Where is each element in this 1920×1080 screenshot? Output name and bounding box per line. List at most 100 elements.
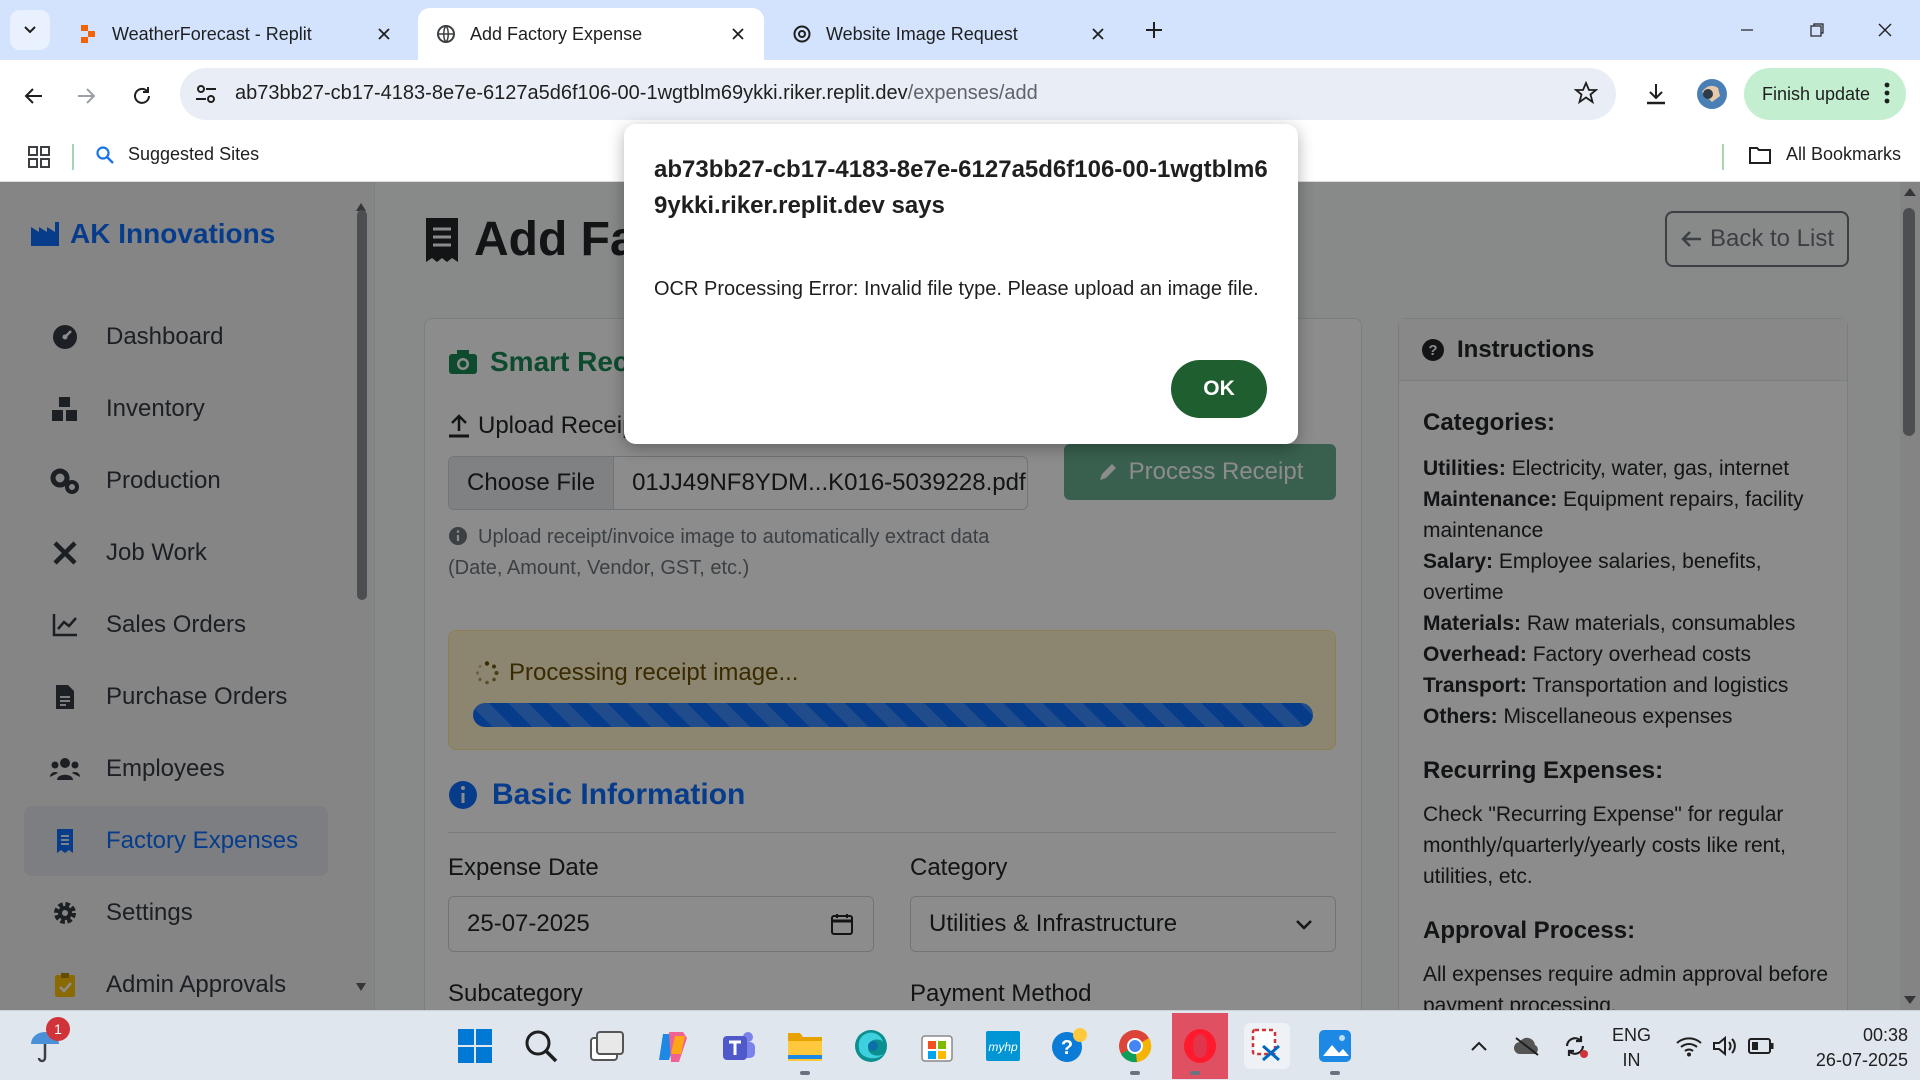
language-code: ENG (1612, 1025, 1652, 1045)
system-clock[interactable]: 00:38 26-07-2025 (1788, 1023, 1908, 1073)
opera-app[interactable] (1172, 1013, 1228, 1079)
url-host: ab73bb27-cb17-4183-8e7e-6127a5d6f106-00-… (235, 82, 908, 104)
suggested-sites-label: Suggested Sites (128, 144, 260, 164)
reload-button[interactable] (124, 78, 160, 114)
tab-title: Add Factory Expense (470, 23, 643, 44)
windows-logo-icon (458, 1029, 492, 1063)
folder-icon (1749, 146, 1771, 164)
finish-update-button[interactable]: Finish update (1744, 68, 1906, 120)
site-info-icon[interactable] (194, 82, 218, 106)
reload-icon (134, 87, 150, 104)
alert-dialog-title: ab73bb27-cb17-4183-8e7e-6127a5d6f106-00-… (654, 156, 1268, 219)
copilot-icon (659, 1032, 687, 1062)
get-help-app[interactable]: ? (1046, 1023, 1092, 1069)
openai-icon (792, 24, 812, 44)
notification-badge: 1 (46, 1017, 70, 1041)
address-bar[interactable]: ab73bb27-cb17-4183-8e7e-6127a5d6f106-00-… (180, 68, 1616, 120)
task-view-icon (590, 1031, 624, 1061)
arrow-right-icon (78, 88, 96, 104)
download-icon (1647, 84, 1665, 105)
region-code: IN (1622, 1050, 1641, 1070)
onedrive-status[interactable] (1512, 1031, 1542, 1061)
arrow-left-icon (24, 88, 42, 104)
back-button[interactable] (16, 78, 52, 114)
suggested-sites-bookmark[interactable]: Suggested Sites (96, 144, 259, 165)
forward-button[interactable] (68, 78, 104, 114)
opera-icon (1184, 1029, 1216, 1063)
sync-status[interactable] (1560, 1031, 1590, 1061)
cloud-offline-icon (1514, 1037, 1539, 1056)
divider (1722, 144, 1724, 170)
folder-icon (788, 1033, 822, 1061)
new-tab-button[interactable] (1138, 14, 1170, 46)
snipping-tool-app[interactable] (1244, 1023, 1290, 1069)
close-tab-icon[interactable] (728, 24, 748, 44)
tab-weatherforecast[interactable]: WeatherForecast - Replit (60, 8, 410, 60)
divider (72, 144, 74, 170)
windows-taskbar: 1 myhp ? ENG IN 00:38 26-07-2025 (0, 1010, 1920, 1080)
all-bookmarks-label: All Bookmarks (1786, 144, 1902, 164)
all-bookmarks-button[interactable]: All Bookmarks (1748, 144, 1901, 165)
close-tab-icon[interactable] (374, 24, 394, 44)
apps-grid-icon[interactable] (28, 146, 50, 168)
myhp-app[interactable]: myhp (980, 1023, 1026, 1069)
chrome-app[interactable] (1112, 1023, 1158, 1075)
battery-status[interactable] (1746, 1031, 1776, 1061)
teams-app[interactable] (716, 1023, 762, 1069)
restore-button[interactable] (1802, 16, 1832, 44)
copilot-app[interactable] (650, 1023, 696, 1069)
chevron-down-icon (24, 26, 36, 34)
clock-date: 26-07-2025 (1815, 1050, 1908, 1070)
photos-icon (1319, 1030, 1351, 1062)
tab-title: WeatherForecast - Replit (112, 23, 312, 44)
tab-website-image-request[interactable]: Website Image Request (774, 8, 1124, 60)
show-hidden-icons-button[interactable] (1466, 1031, 1492, 1061)
photos-app[interactable] (1312, 1023, 1358, 1075)
store-icon (921, 1035, 953, 1062)
ok-button[interactable]: OK (1171, 360, 1267, 418)
weather-widget[interactable]: 1 (22, 1017, 70, 1069)
globe-icon (436, 24, 456, 44)
svg-text:myhp: myhp (988, 1040, 1018, 1054)
start-button[interactable] (452, 1023, 498, 1069)
bookmark-star-icon[interactable] (1574, 81, 1598, 105)
myhp-icon: myhp (986, 1031, 1020, 1061)
chevron-up-icon (1471, 1041, 1487, 1051)
minimize-button[interactable] (1732, 16, 1762, 44)
tab-title: Website Image Request (826, 23, 1018, 44)
help-icon: ? (1052, 1028, 1087, 1062)
edge-icon (855, 1030, 887, 1062)
url-text: ab73bb27-cb17-4183-8e7e-6127a5d6f106-00-… (235, 82, 1038, 105)
close-window-button[interactable] (1870, 16, 1900, 44)
edge-app[interactable] (848, 1023, 894, 1069)
task-view-button[interactable] (584, 1023, 630, 1069)
replit-icon (78, 24, 98, 44)
search-icon (96, 145, 114, 164)
tab-add-factory-expense[interactable]: Add Factory Expense (418, 8, 764, 60)
wifi-icon (1676, 1037, 1702, 1057)
search-icon (525, 1030, 558, 1063)
wifi-status[interactable] (1674, 1031, 1704, 1061)
teams-icon (723, 1032, 755, 1060)
clock-time: 00:38 (1862, 1025, 1908, 1045)
alert-dialog: ab73bb27-cb17-4183-8e7e-6127a5d6f106-00-… (624, 124, 1298, 444)
tab-strip: WeatherForecast - Replit Add Factory Exp… (0, 0, 1920, 60)
plus-icon (1146, 22, 1162, 38)
avatar-icon (1697, 79, 1727, 109)
taskbar-search-button[interactable] (518, 1023, 564, 1069)
chrome-icon (1119, 1030, 1152, 1063)
language-indicator[interactable]: ENG IN (1612, 1023, 1651, 1073)
svg-text:?: ? (1061, 1037, 1073, 1059)
finish-update-label: Finish update (1762, 83, 1871, 104)
url-path: /expenses/add (907, 82, 1038, 104)
volume-status[interactable] (1710, 1031, 1740, 1061)
close-tab-icon[interactable] (1088, 24, 1108, 44)
snipping-tool-icon (1251, 1028, 1280, 1062)
file-explorer-app[interactable] (782, 1023, 828, 1075)
more-vert-icon[interactable] (1884, 82, 1890, 104)
tab-search-button[interactable] (10, 10, 50, 50)
microsoft-store-app[interactable] (914, 1023, 960, 1069)
downloads-button[interactable] (1638, 76, 1674, 112)
alert-dialog-message: OCR Processing Error: Invalid file type.… (654, 278, 1259, 300)
profile-avatar[interactable] (1694, 76, 1730, 112)
